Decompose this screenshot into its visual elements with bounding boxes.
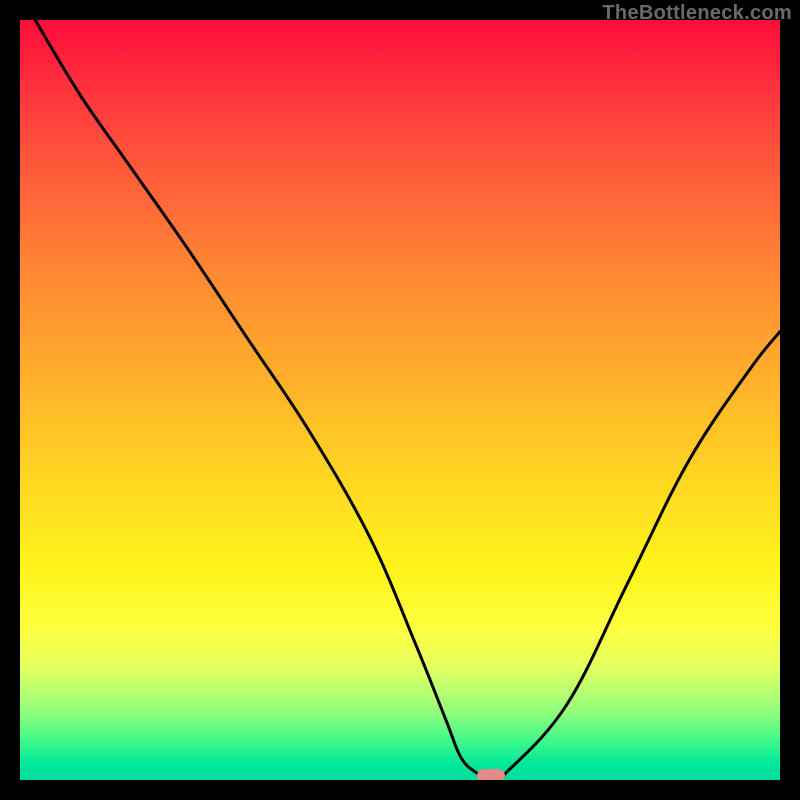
plot-area bbox=[20, 20, 780, 780]
bottleneck-marker bbox=[477, 769, 505, 780]
curve-svg bbox=[20, 20, 780, 780]
chart-frame: TheBottleneck.com bbox=[0, 0, 800, 800]
bottleneck-curve bbox=[35, 20, 780, 780]
